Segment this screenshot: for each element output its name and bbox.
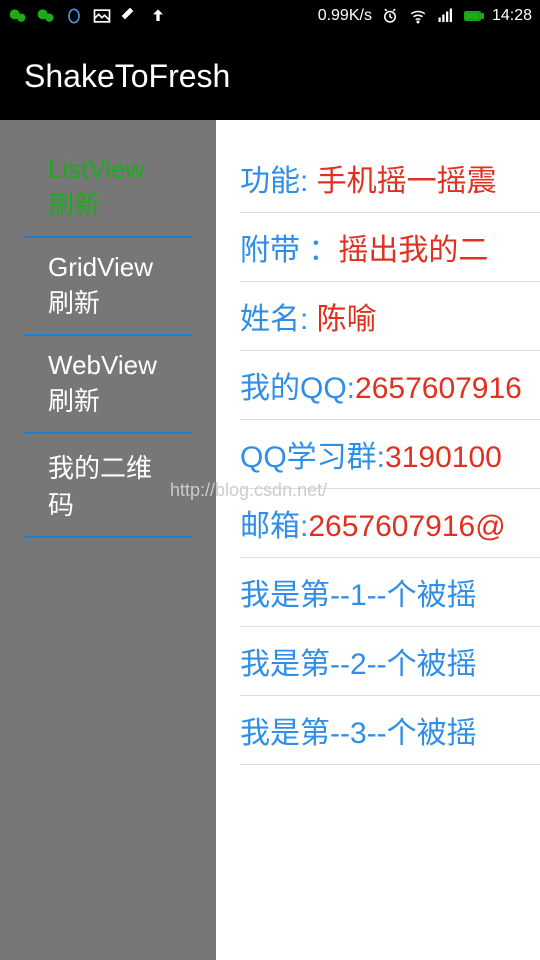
clock-time: 14:28: [492, 7, 532, 25]
main: ListView刷新 GridView刷新 WebView刷新 我的二维码 功能…: [0, 120, 540, 960]
row-value: 2657607916: [355, 372, 522, 405]
app-title: ShakeToFresh: [24, 58, 230, 95]
sidebar: ListView刷新 GridView刷新 WebView刷新 我的二维码: [0, 120, 216, 960]
row-label: 姓名:: [240, 303, 317, 336]
wifi-icon: [408, 6, 428, 26]
row-label: 邮箱:: [240, 510, 308, 543]
sidebar-item-qrcode[interactable]: 我的二维码: [24, 434, 192, 538]
sidebar-item-webview[interactable]: WebView刷新: [24, 336, 192, 434]
sidebar-item-label: 我的二维码: [48, 453, 152, 520]
qq-icon: [64, 6, 84, 26]
sidebar-item-label: WebView刷新: [48, 350, 157, 416]
alarm-icon: [380, 6, 400, 26]
list-item: 我是第--1--个被摇: [240, 558, 540, 627]
list-item: 我是第--2--个被摇: [240, 627, 540, 696]
sidebar-item-label: GridView刷新: [48, 252, 153, 318]
list-item: 邮箱:2657607916@: [240, 489, 540, 558]
sidebar-item-label: ListView刷新: [48, 154, 144, 220]
app-bar: ShakeToFresh: [0, 32, 540, 120]
signal-icon: [436, 6, 456, 26]
list-item: 功能: 手机摇一摇震: [240, 144, 540, 213]
battery-icon: [464, 6, 484, 26]
row-label: 我的QQ:: [240, 372, 355, 405]
row-label: 我是第--2--个被摇: [240, 648, 477, 681]
upload-icon: [148, 6, 168, 26]
row-value: 3190100: [385, 441, 502, 474]
mute-icon: [120, 6, 140, 26]
sidebar-item-listview[interactable]: ListView刷新: [24, 140, 192, 238]
row-label: 功能:: [240, 165, 317, 198]
row-value: 手机摇一摇震: [317, 165, 497, 198]
picture-icon: [92, 6, 112, 26]
row-value: 2657607916@: [308, 510, 505, 543]
list-item: 我是第--3--个被摇: [240, 696, 540, 765]
status-bar: 0.99K/s 14:28: [0, 0, 540, 32]
status-right: 0.99K/s 14:28: [318, 6, 532, 26]
row-label: 我是第--1--个被摇: [240, 579, 477, 612]
list-item: 附带 ：摇出我的二: [240, 213, 540, 282]
wechat-icon: [8, 6, 28, 26]
list-item: 姓名: 陈喻: [240, 282, 540, 351]
wechat-icon-2: [36, 6, 56, 26]
row-value: 摇出我的二: [338, 234, 488, 267]
list-item: QQ学习群:3190100: [240, 420, 540, 489]
row-value: 陈喻: [317, 303, 377, 336]
content[interactable]: 功能: 手机摇一摇震 附带 ：摇出我的二 姓名: 陈喻 我的QQ:2657607…: [216, 120, 540, 960]
network-speed: 0.99K/s: [318, 7, 372, 25]
row-label: 我是第--3--个被摇: [240, 717, 477, 750]
list-item: 我的QQ:2657607916: [240, 351, 540, 420]
row-label: 附带 ：: [240, 234, 338, 267]
sidebar-item-gridview[interactable]: GridView刷新: [24, 238, 192, 336]
status-left: [8, 6, 168, 26]
row-label: QQ学习群:: [240, 441, 385, 474]
